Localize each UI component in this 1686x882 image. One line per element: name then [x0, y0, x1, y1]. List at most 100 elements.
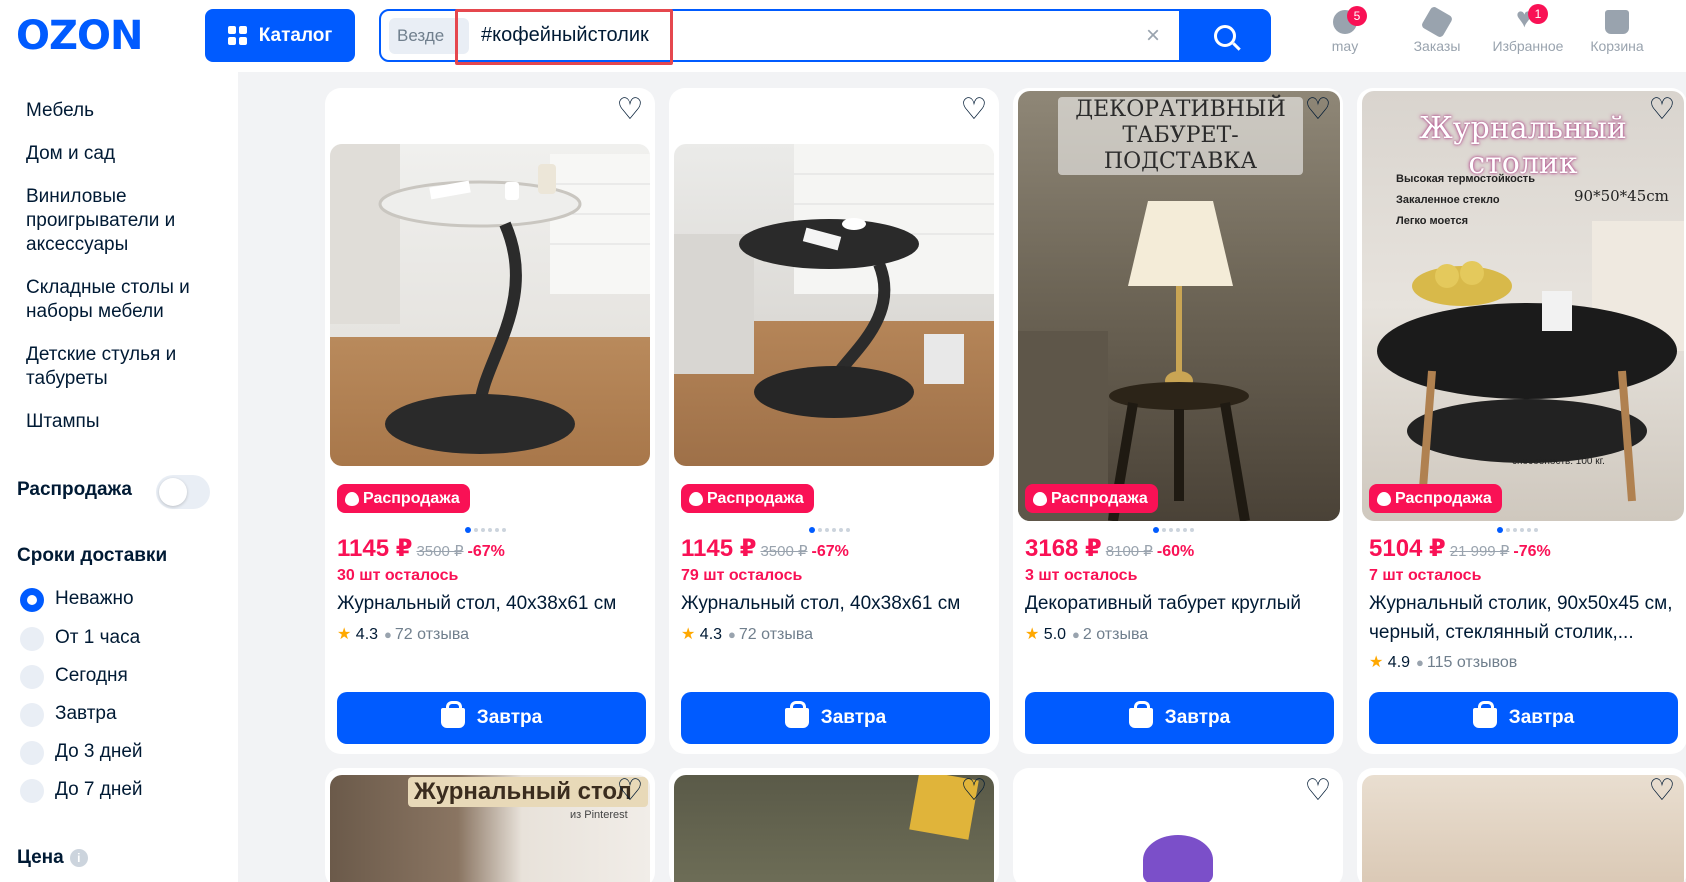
- image-pager-dots[interactable]: [809, 527, 850, 533]
- cta-label: Завтра: [1508, 707, 1575, 728]
- profile-badge: 5: [1347, 6, 1367, 26]
- delivery-radio-any[interactable]: [20, 588, 44, 612]
- search-icon: [1214, 24, 1236, 47]
- product-card[interactable]: [1357, 768, 1686, 882]
- product-card[interactable]: ДЕКОРАТИВНЫЙ ТАБУРЕТ-ПОДСТАВКА Распродаж…: [1013, 88, 1343, 754]
- product-card[interactable]: Журнальный столик Высокая термостойкость…: [1357, 88, 1686, 754]
- product-title[interactable]: Журнальный стол, 40х38х61 см: [337, 589, 647, 618]
- stock-left: 7 шт осталось: [1369, 567, 1482, 584]
- rating-value: 5.0: [1043, 626, 1067, 643]
- current-price: 1145 ₽: [337, 535, 413, 562]
- info-icon[interactable]: i: [69, 848, 88, 867]
- delivery-radio-3days[interactable]: [20, 741, 44, 765]
- sale-badge-label: Распродажа: [1395, 490, 1492, 507]
- product-image[interactable]: [1362, 775, 1684, 882]
- delivery-radio-today[interactable]: [20, 665, 44, 689]
- sale-badge: Распродажа: [681, 484, 814, 513]
- reviews-count[interactable]: 72 отзыва: [384, 626, 469, 643]
- product-image[interactable]: Журнальный столик Высокая термостойкость…: [1362, 91, 1684, 521]
- sale-badge-label: Распродажа: [1051, 490, 1148, 507]
- catalog-button[interactable]: Каталог: [205, 9, 355, 62]
- image-dimensions: 90*50*45cm: [1574, 187, 1669, 205]
- reviews-count[interactable]: 115 отзывов: [1416, 654, 1517, 671]
- heart-icon: 1: [1516, 2, 1548, 34]
- add-to-favorites-icon[interactable]: [615, 776, 645, 806]
- product-image[interactable]: Журнальный стол из Pinterest: [330, 775, 650, 882]
- product-title[interactable]: Журнальный столик, 90х50х45 см, черный, …: [1369, 589, 1679, 647]
- nav-cart[interactable]: Корзина: [1572, 10, 1662, 54]
- current-price: 5104 ₽: [1369, 535, 1446, 562]
- add-to-favorites-icon[interactable]: [1303, 776, 1333, 806]
- rating: ★ 5.0 2 отзыва: [1025, 624, 1148, 644]
- price-row: 5104 ₽21 999 ₽ -76%: [1369, 534, 1551, 563]
- product-title[interactable]: Журнальный стол, 40х38х61 см: [681, 589, 991, 618]
- ozon-logo[interactable]: OZON: [16, 14, 143, 58]
- star-icon: ★: [681, 626, 696, 643]
- image-caption-sub: из Pinterest: [570, 809, 628, 821]
- nav-profile-label: may: [1331, 38, 1359, 54]
- nav-favorites-label: Избранное: [1492, 38, 1564, 54]
- add-to-favorites-icon[interactable]: [1303, 95, 1333, 125]
- add-to-cart-button[interactable]: Завтра: [1369, 692, 1678, 744]
- delivery-option-label: Сегодня: [55, 665, 128, 686]
- category-link[interactable]: Складные столы и наборы мебели: [26, 276, 226, 324]
- add-to-cart-button[interactable]: Завтра: [337, 692, 646, 744]
- add-to-cart-button[interactable]: Завтра: [1025, 692, 1334, 744]
- rating: ★ 4.3 72 отзыва: [681, 624, 813, 644]
- product-image[interactable]: [330, 144, 650, 466]
- basket-icon: [1472, 701, 1497, 728]
- image-feature: Высокая термостойкость: [1396, 173, 1535, 185]
- image-pager-dots[interactable]: [1153, 527, 1194, 533]
- product-image[interactable]: [674, 775, 994, 882]
- nav-profile[interactable]: 5 may: [1300, 6, 1390, 54]
- nav-favorites[interactable]: 1 Избранное: [1483, 2, 1573, 54]
- catalog-label: Каталог: [258, 24, 333, 46]
- product-card[interactable]: [1013, 768, 1343, 882]
- search-button[interactable]: [1179, 9, 1271, 62]
- category-link[interactable]: Штампы: [26, 410, 226, 434]
- box-icon: [1420, 5, 1454, 39]
- product-card[interactable]: Журнальный стол из Pinterest: [325, 768, 655, 882]
- search-highlight-box: [455, 9, 673, 65]
- product-image[interactable]: ДЕКОРАТИВНЫЙ ТАБУРЕТ-ПОДСТАВКА: [1018, 91, 1340, 521]
- clear-search-icon[interactable]: ×: [1146, 21, 1160, 51]
- category-link[interactable]: Детские стулья и табуреты: [26, 343, 226, 391]
- delivery-title: Сроки доставки: [17, 545, 168, 566]
- discount: -60%: [1156, 543, 1195, 560]
- category-link[interactable]: Мебель: [26, 99, 226, 123]
- image-pager-dots[interactable]: [465, 527, 506, 533]
- delivery-radio-tomorrow[interactable]: [20, 703, 44, 727]
- add-to-favorites-icon[interactable]: [1647, 95, 1677, 125]
- category-link[interactable]: Дом и сад: [26, 142, 226, 166]
- stock-left: 3 шт осталось: [1025, 567, 1138, 584]
- price-title-label: Цена: [17, 847, 64, 868]
- add-to-favorites-icon[interactable]: [615, 95, 645, 125]
- product-title[interactable]: Декоративный табурет круглый: [1025, 589, 1335, 618]
- product-image[interactable]: [1018, 775, 1338, 882]
- delivery-radio-7days[interactable]: [20, 779, 44, 803]
- image-pager-dots[interactable]: [1497, 527, 1538, 533]
- product-card[interactable]: Распродажа 1145 ₽3500 ₽-67% 30 шт остало…: [325, 88, 655, 754]
- sale-badge: Распродажа: [337, 484, 470, 513]
- category-link[interactable]: Виниловые проигрыватели и аксессуары: [26, 185, 226, 257]
- nav-orders[interactable]: Заказы: [1392, 5, 1482, 54]
- add-to-favorites-icon[interactable]: [1647, 776, 1677, 806]
- reviews-count[interactable]: 2 отзыва: [1072, 626, 1148, 643]
- delivery-option-label: До 3 дней: [55, 741, 143, 762]
- current-price: 1145 ₽: [681, 535, 757, 562]
- product-card[interactable]: Распродажа 1145 ₽3500 ₽-67% 79 шт остало…: [669, 88, 999, 754]
- sale-toggle[interactable]: [156, 475, 210, 509]
- discount: -67%: [467, 543, 505, 560]
- cta-label: Завтра: [476, 707, 543, 728]
- image-feature-list: Высокая термостойкость Закаленное стекло…: [1396, 169, 1535, 232]
- basket-icon: [784, 701, 809, 728]
- add-to-favorites-icon[interactable]: [959, 95, 989, 125]
- add-to-cart-button[interactable]: Завтра: [681, 692, 990, 744]
- price-row: 1145 ₽3500 ₽ -67%: [337, 534, 505, 563]
- add-to-favorites-icon[interactable]: [959, 776, 989, 806]
- product-card[interactable]: [669, 768, 999, 882]
- star-icon: ★: [1369, 654, 1384, 671]
- reviews-count[interactable]: 72 отзыва: [728, 626, 813, 643]
- delivery-radio-1h[interactable]: [20, 627, 44, 651]
- product-image[interactable]: [674, 144, 994, 466]
